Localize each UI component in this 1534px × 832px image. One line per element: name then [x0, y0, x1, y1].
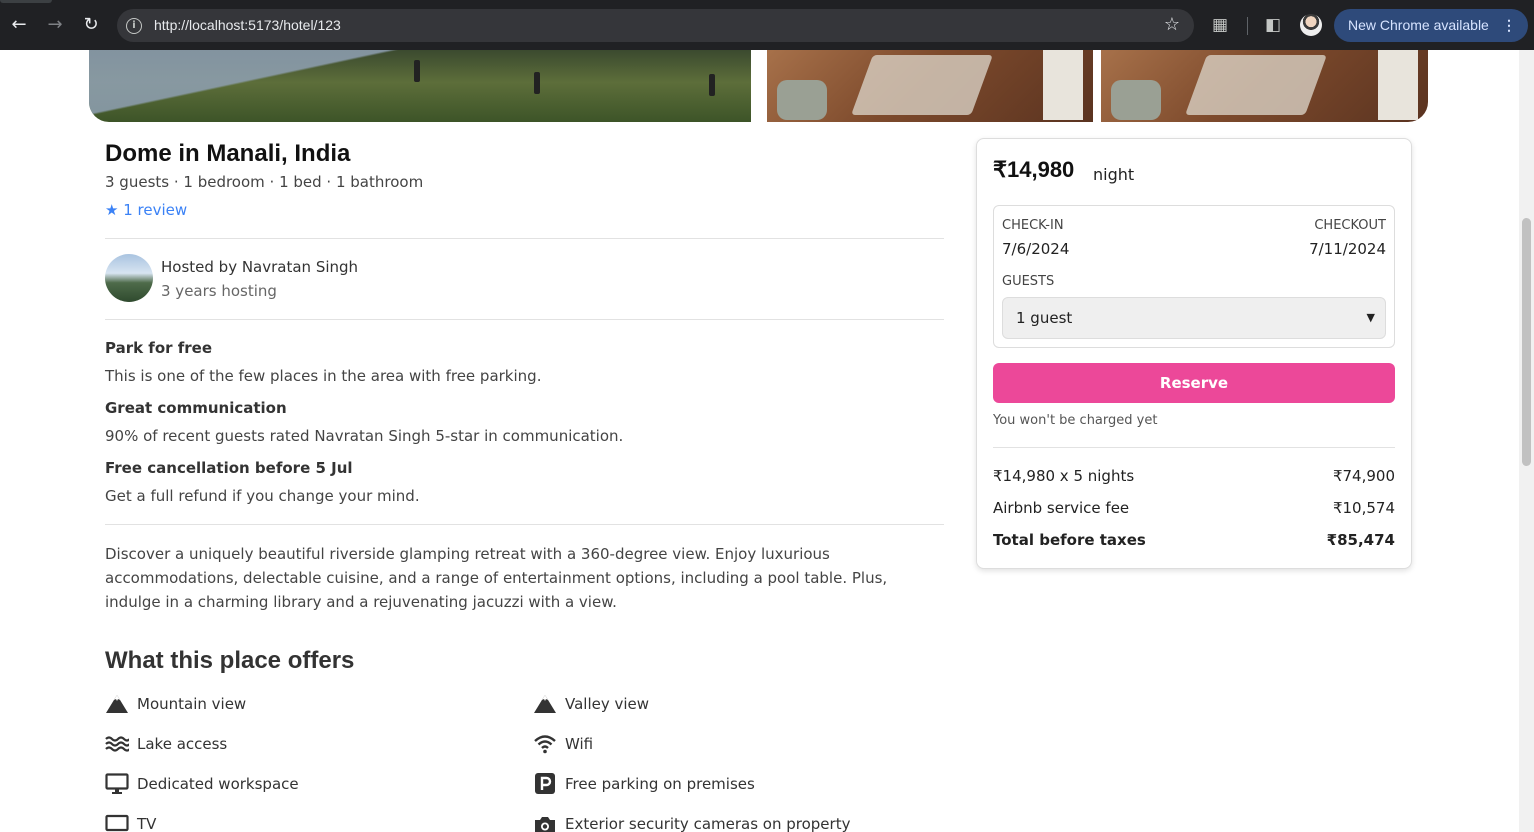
host-years: 3 years hosting — [161, 282, 277, 300]
amenity-label: Dedicated workspace — [137, 775, 299, 793]
toolbar-divider — [1247, 17, 1248, 35]
wifi-icon — [534, 735, 556, 754]
mountain-icon — [534, 695, 556, 713]
photo-walkway — [89, 50, 751, 122]
service-fee-label: Airbnb service fee — [993, 499, 1130, 517]
amenity-item: Valley view — [533, 692, 649, 716]
amenity-label: Wifi — [565, 735, 594, 753]
amenity-item: Lake access — [105, 732, 227, 756]
checkout-label: CHECKOUT — [1314, 218, 1386, 233]
bookmark-star-icon[interactable]: ☆ — [1164, 14, 1180, 35]
highlight-title: Great communication — [105, 399, 287, 417]
photo-rug — [851, 55, 993, 115]
mountain-icon — [106, 695, 128, 713]
reload-icon[interactable]: ↻ — [79, 13, 103, 37]
guests-value: 1 guest — [1016, 309, 1073, 327]
photo-chair — [1111, 80, 1161, 120]
site-info-icon[interactable]: i — [126, 18, 142, 34]
amenity-label: Mountain view — [137, 695, 247, 713]
offers-heading: What this place offers — [105, 647, 355, 674]
service-fee-value: ₹10,574 — [1332, 499, 1395, 517]
host-avatar — [105, 254, 153, 302]
divider — [105, 524, 944, 525]
page-scrollbar[interactable] — [1519, 50, 1534, 832]
waves-icon — [105, 736, 129, 752]
amenity-label: Exterior security cameras on property — [565, 815, 851, 832]
back-icon[interactable]: ← — [7, 13, 31, 37]
photo-rug — [1185, 55, 1327, 115]
amenity-label: Lake access — [137, 735, 228, 753]
gallery-photo-main[interactable] — [89, 50, 751, 122]
highlight-desc: 90% of recent guests rated Navratan Sing… — [105, 427, 624, 445]
amenity-label: Free parking on premises — [565, 775, 755, 793]
forward-icon[interactable]: → — [43, 13, 67, 37]
photo-chair — [777, 80, 827, 120]
amenity-item: Mountain view — [105, 692, 246, 716]
divider — [105, 238, 944, 239]
dates-guests-box: CHECK-IN 7/6/2024 CHECKOUT 7/11/2024 GUE… — [993, 205, 1395, 348]
extensions-icon[interactable]: ▦ — [1212, 13, 1228, 37]
update-chrome-label: New Chrome available — [1348, 17, 1489, 33]
url-text[interactable]: http://localhost:5173/hotel/123 — [154, 17, 341, 33]
photo-lamp — [414, 60, 420, 82]
total-label: Total before taxes — [993, 531, 1146, 549]
active-tab-indicator — [0, 0, 52, 3]
photo-bed — [1378, 50, 1418, 120]
update-chrome-button[interactable]: New Chrome available ⋮ — [1334, 9, 1528, 42]
amenity-item: TV — [105, 812, 156, 832]
booking-card: ₹14,980 night CHECK-IN 7/6/2024 CHECKOUT… — [976, 138, 1412, 569]
browser-toolbar: ← → ↻ i http://localhost:5173/hotel/123 … — [0, 0, 1534, 50]
amenity-item: Free parking on premises — [533, 772, 755, 796]
address-bar[interactable]: i http://localhost:5173/hotel/123 ☆ — [117, 9, 1194, 42]
highlight-title: Free cancellation before 5 Jul — [105, 459, 353, 477]
scrollbar-thumb[interactable] — [1522, 218, 1531, 466]
checkin-date[interactable]: 7/6/2024 — [1002, 240, 1069, 258]
profile-avatar[interactable] — [1300, 14, 1322, 36]
listing-capacity: 3 guests · 1 bedroom · 1 bed · 1 bathroo… — [105, 173, 424, 191]
nights-cost-label: ₹14,980 x 5 nights — [993, 467, 1135, 485]
amenity-label: Valley view — [565, 695, 650, 713]
total-value: ₹85,474 — [1326, 531, 1395, 549]
more-menu-icon[interactable]: ⋮ — [1502, 9, 1516, 42]
listing-description: Discover a uniquely beautiful riverside … — [105, 545, 888, 611]
checkin-label: CHECK-IN — [1002, 218, 1064, 233]
guests-label: GUESTS — [1002, 274, 1055, 289]
gallery-photo-3[interactable] — [1101, 50, 1428, 122]
photo-bed — [1043, 50, 1083, 120]
divider — [105, 319, 944, 320]
amenity-item: Exterior security cameras on property — [533, 812, 850, 832]
nightly-price: ₹14,980 — [993, 157, 1075, 182]
side-panel-icon[interactable]: ◧ — [1265, 13, 1281, 37]
listing-title: Dome in Manali, India — [105, 140, 351, 167]
nights-cost-value: ₹74,900 — [1332, 467, 1395, 485]
monitor-icon — [105, 773, 129, 794]
photo-lamp — [709, 74, 715, 96]
guests-select[interactable]: 1 guest ▼ — [1002, 297, 1386, 339]
parking-icon — [535, 773, 555, 794]
photo-lamp — [534, 72, 540, 94]
amenity-item: Wifi — [533, 732, 593, 756]
reserve-button[interactable]: Reserve — [993, 363, 1395, 403]
gallery-photo-2[interactable] — [767, 50, 1093, 122]
highlight-desc: Get a full refund if you change your min… — [105, 487, 420, 505]
chevron-down-icon: ▼ — [1366, 311, 1375, 324]
camera-icon — [535, 817, 555, 832]
amenity-label: TV — [137, 815, 157, 832]
price-unit: night — [1093, 165, 1135, 184]
highlight-desc: This is one of the few places in the are… — [105, 367, 542, 385]
no-charge-note: You won't be charged yet — [993, 413, 1158, 428]
tv-icon — [105, 814, 129, 832]
reviews-link[interactable]: ★ 1 review — [105, 201, 187, 219]
amenity-item: Dedicated workspace — [105, 772, 299, 796]
divider — [993, 447, 1395, 448]
host-name: Hosted by Navratan Singh — [161, 258, 359, 276]
checkout-date[interactable]: 7/11/2024 — [1309, 240, 1386, 258]
highlight-title: Park for free — [105, 339, 213, 357]
